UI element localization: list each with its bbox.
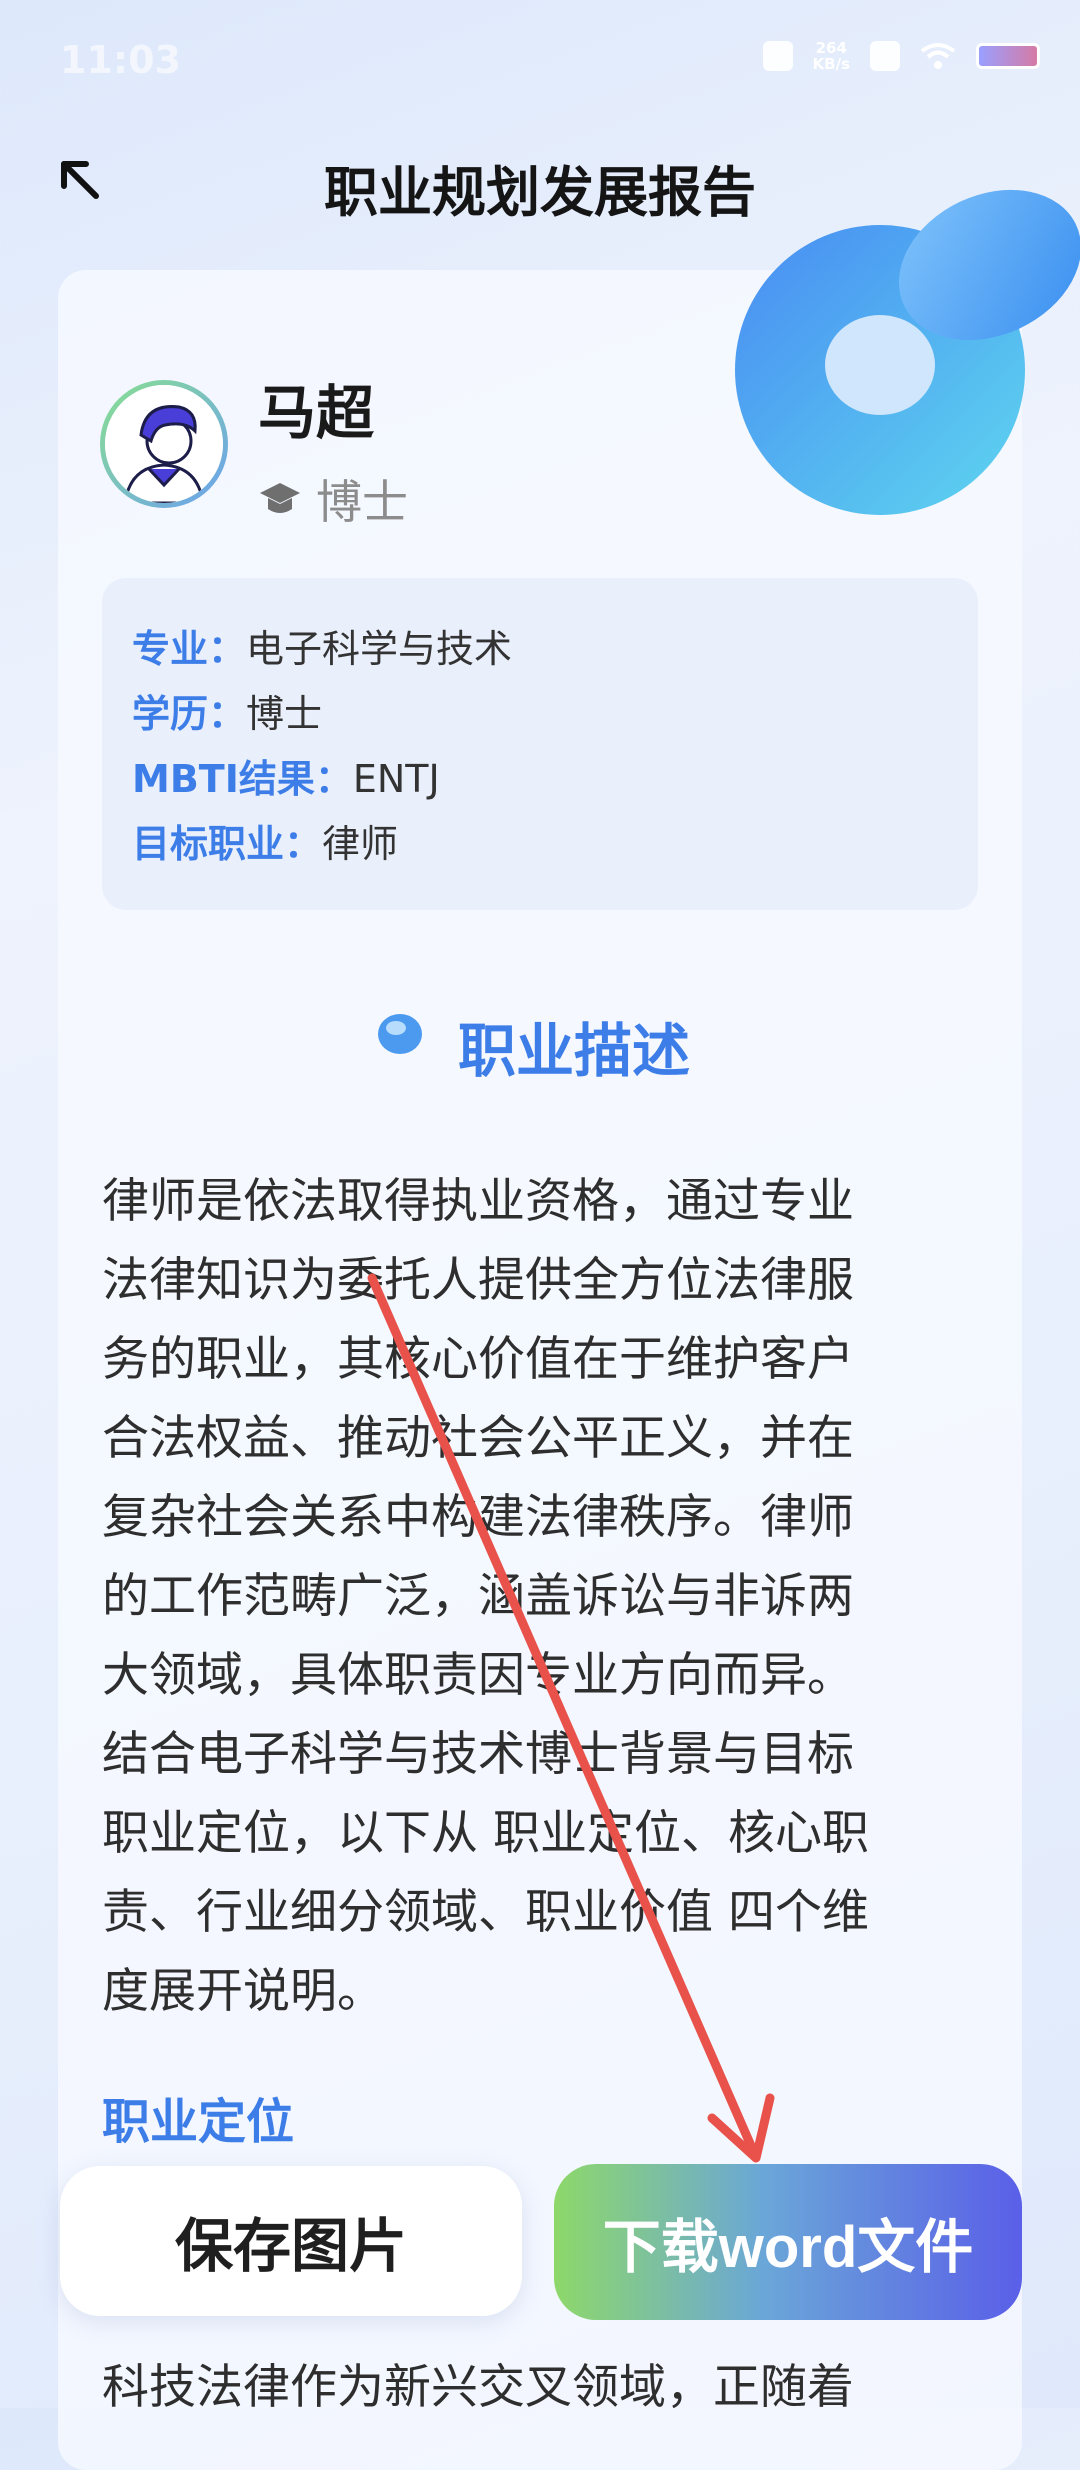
description-line: 度展开说明。 xyxy=(102,1964,384,2019)
degree-text: 博士 xyxy=(316,475,408,529)
wifi-icon xyxy=(920,43,956,69)
info-mbti-value: ENTJ xyxy=(352,757,440,801)
info-box: 专业：电子科学与技术 学历：博士 MBTI结果：ENTJ 目标职业：律师 xyxy=(102,578,978,910)
subsection-title: 职业定位 xyxy=(102,2094,295,2150)
download-word-button[interactable]: 下载word文件 xyxy=(554,2164,1022,2320)
degree-row: 博士 xyxy=(258,466,408,532)
description-line: 律师是依法取得执业资格，通过专业 xyxy=(102,1174,854,1229)
description-line: 合法权益、推动社会公平正义，并在 xyxy=(102,1411,854,1466)
save-image-button[interactable]: 保存图片 xyxy=(60,2166,522,2316)
description-line: 大领域，具体职责因专业方向而异。 xyxy=(102,1648,854,1703)
description-line: 复杂社会关系中构建法律秩序。律师 xyxy=(102,1490,854,1545)
description-line: 责、行业细分领域、职业价值 四个维 xyxy=(102,1885,869,1940)
network-speed-value: 264 xyxy=(815,39,847,57)
description-line: 的工作范畴广泛，涵盖诉讼与非诉两 xyxy=(102,1569,854,1624)
section-bubble-icon xyxy=(378,1014,422,1054)
info-mbti: MBTI结果：ENTJ xyxy=(132,748,440,803)
mute-icon xyxy=(762,41,793,71)
info-education-label: 学历： xyxy=(132,692,247,736)
avatar xyxy=(100,380,228,508)
section-header: 职业描述 xyxy=(0,990,1080,1090)
info-major: 专业：电子科学与技术 xyxy=(132,618,512,673)
info-target-label: 目标职业： xyxy=(132,822,323,866)
description-line: 结合电子科学与技术博士背景与目标 xyxy=(102,1727,854,1782)
network-speed-unit: KB/s xyxy=(812,55,850,73)
info-target: 目标职业：律师 xyxy=(132,813,398,868)
info-education-value: 博士 xyxy=(246,692,323,736)
section-title: 职业描述 xyxy=(458,1017,691,1085)
user-name: 马超 xyxy=(258,379,375,447)
info-major-value: 电子科学与技术 xyxy=(246,627,513,671)
status-icons: 264 KB/s xyxy=(762,40,1040,72)
partial-text-line: 科技法律作为新兴交叉领域，正随着 xyxy=(102,2360,854,2415)
graduation-cap-icon xyxy=(260,483,300,513)
description-line: 职业定位，以下从 职业定位、核心职 xyxy=(102,1806,869,1861)
info-mbti-label: MBTI结果： xyxy=(132,757,353,801)
career-description: 律师是依法取得执业资格，通过专业 法律知识为委托人提供全方位法律服 务的职业，其… xyxy=(102,1162,962,2031)
status-time: 11:03 xyxy=(60,38,181,82)
decorative-ring-graphic xyxy=(735,189,1080,515)
status-bar: 11:03 264 KB/s xyxy=(0,0,1080,130)
sim-icon xyxy=(870,41,900,71)
info-major-label: 专业： xyxy=(132,627,247,671)
network-speed: 264 KB/s xyxy=(813,40,850,72)
battery-icon xyxy=(976,43,1040,69)
description-line: 务的职业，其核心价值在于维护客户 xyxy=(102,1332,854,1387)
description-line: 法律知识为委托人提供全方位法律服 xyxy=(102,1253,854,1308)
user-avatar-illustration xyxy=(105,385,223,503)
info-target-value: 律师 xyxy=(322,822,399,866)
info-education: 学历：博士 xyxy=(132,683,322,738)
